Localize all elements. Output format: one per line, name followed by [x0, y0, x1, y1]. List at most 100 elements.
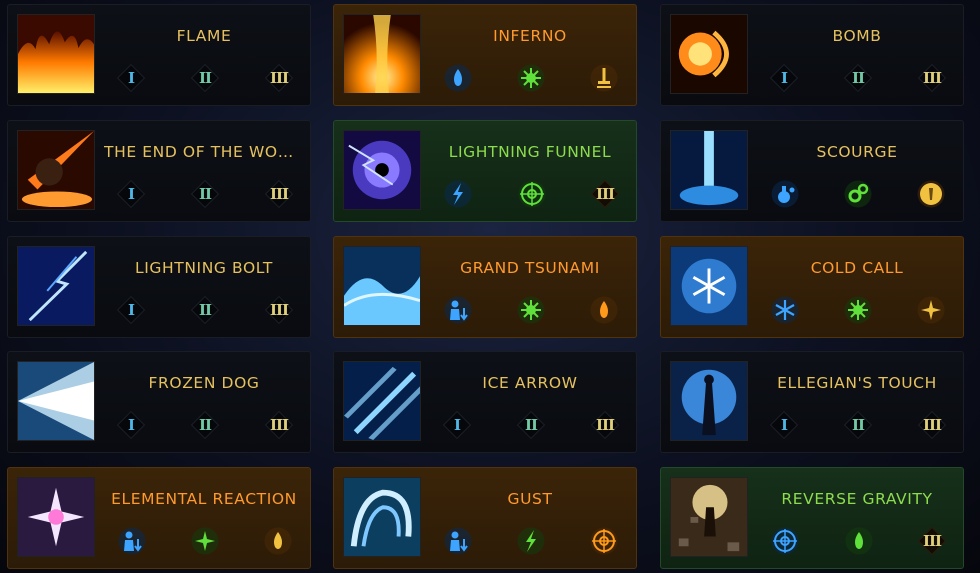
meteor-art [17, 130, 95, 210]
orange-flame-icon[interactable] [590, 296, 618, 324]
lightning-bolt-art [17, 246, 95, 326]
spell-card[interactable]: LIGHTNING FUNNEL III [333, 120, 637, 222]
spell-title: SCOURGE [816, 143, 898, 161]
tier-label: I [127, 185, 135, 203]
tier-1-slot[interactable]: I [118, 297, 144, 323]
spell-title: GUST [507, 490, 553, 508]
tier-1-slot[interactable]: I [118, 412, 144, 438]
upgrade-slots [118, 526, 292, 556]
upgrade-slots: III [444, 179, 618, 209]
tier-3-slot[interactable]: III [266, 181, 292, 207]
tier-2-slot[interactable]: II [192, 65, 218, 91]
spell-card[interactable]: ELLEGIAN'S TOUCH I II III [660, 351, 964, 453]
tier-label: III [269, 416, 289, 434]
spell-title: FLAME [176, 27, 232, 45]
green-burst-icon[interactable] [517, 296, 545, 324]
gold-rune-orb-icon[interactable] [917, 180, 945, 208]
tier-1-slot[interactable]: I [771, 412, 797, 438]
green-sparkle-icon[interactable] [191, 527, 219, 555]
tier-3-slot[interactable]: III [592, 412, 618, 438]
spell-card[interactable]: GRAND TSUNAMI [333, 236, 637, 338]
blue-figure-down-icon[interactable] [118, 527, 146, 555]
green-lightning-icon[interactable] [517, 527, 545, 555]
tier-2-slot[interactable]: II [192, 412, 218, 438]
upgrade-slots: I II III [771, 410, 945, 440]
tier-label: II [524, 416, 538, 434]
blue-figure-down-icon[interactable] [444, 527, 472, 555]
upgrade-slots [444, 295, 618, 325]
ice-shards-art [343, 361, 421, 441]
tier-label: I [127, 301, 135, 319]
tier-3-slot[interactable]: III [592, 181, 618, 207]
spell-card[interactable]: BOMB I II III [660, 4, 964, 106]
tier-1-slot[interactable]: I [771, 65, 797, 91]
tier-2-slot[interactable]: II [845, 412, 871, 438]
lightning-vortex-art [343, 130, 421, 210]
wind-swirl-art [343, 477, 421, 557]
blue-snowflake-icon[interactable] [771, 296, 799, 324]
spell-title: COLD CALL [810, 259, 904, 277]
spell-title: BOMB [832, 27, 882, 45]
gold-flame-icon[interactable] [264, 527, 292, 555]
tier-3-slot[interactable]: III [266, 412, 292, 438]
spell-card[interactable]: ELEMENTAL REACTION [7, 467, 311, 569]
levitation-art [670, 477, 748, 557]
tier-3-slot[interactable]: III [919, 65, 945, 91]
tier-label: II [198, 416, 212, 434]
tier-2-slot[interactable]: II [845, 65, 871, 91]
tier-label: I [127, 69, 135, 87]
upgrade-slots: I II III [771, 63, 945, 93]
spell-card[interactable]: COLD CALL [660, 236, 964, 338]
spell-card[interactable]: ICE ARROW I II III [333, 351, 637, 453]
upgrade-slots [771, 179, 945, 209]
blue-potion-icon[interactable] [771, 180, 799, 208]
tier-3-slot[interactable]: III [919, 528, 945, 554]
green-burst-icon[interactable] [517, 64, 545, 92]
spell-card[interactable]: THE END OF THE WOR… I II III [7, 120, 311, 222]
tier-3-slot[interactable]: III [266, 297, 292, 323]
tier-2-slot[interactable]: II [192, 297, 218, 323]
spell-card[interactable]: GUST [333, 467, 637, 569]
blue-flame-icon[interactable] [444, 64, 472, 92]
tier-3-slot[interactable]: III [266, 65, 292, 91]
spell-title: LIGHTNING FUNNEL [448, 143, 612, 161]
tier-label: III [595, 416, 615, 434]
spell-card[interactable]: INFERNO [333, 4, 637, 106]
tier-1-slot[interactable]: I [444, 412, 470, 438]
tier-label: III [269, 69, 289, 87]
orange-target-icon[interactable] [590, 527, 618, 555]
green-target-icon[interactable] [518, 180, 546, 208]
spell-card[interactable]: SCOURGE [660, 120, 964, 222]
frost-spray-art [17, 361, 95, 441]
tier-label: II [198, 69, 212, 87]
spell-card[interactable]: FLAME I II III [7, 4, 311, 106]
tier-2-slot[interactable]: II [192, 181, 218, 207]
blue-figure-down-icon[interactable] [444, 296, 472, 324]
tier-3-slot[interactable]: III [919, 412, 945, 438]
tier-1-slot[interactable]: I [118, 181, 144, 207]
tier-2-slot[interactable]: II [518, 412, 544, 438]
blue-lightning-icon[interactable] [444, 180, 472, 208]
gold-sword-icon[interactable] [590, 64, 618, 92]
spell-card[interactable]: FROZEN DOG I II III [7, 351, 311, 453]
blue-target-icon[interactable] [771, 527, 799, 555]
fire-pillar-art [343, 14, 421, 94]
spell-title: INFERNO [493, 27, 567, 45]
spell-card[interactable]: LIGHTNING BOLT I II III [7, 236, 311, 338]
spell-title: GRAND TSUNAMI [460, 259, 600, 277]
tier-label: II [198, 185, 212, 203]
tier-1-slot[interactable]: I [118, 65, 144, 91]
spell-title: LIGHTNING BOLT [135, 259, 273, 277]
spell-card[interactable]: REVERSE GRAVITY III [660, 467, 964, 569]
gold-sparkle-icon[interactable] [917, 296, 945, 324]
green-flame-icon[interactable] [845, 527, 873, 555]
fire-wall-art [17, 14, 95, 94]
upgrade-slots: I II III [118, 63, 292, 93]
tier-label: III [922, 69, 942, 87]
tier-label: III [269, 185, 289, 203]
tier-label: I [127, 416, 135, 434]
green-burst-icon[interactable] [844, 296, 872, 324]
snowflake-art [670, 246, 748, 326]
tier-label: II [851, 416, 865, 434]
green-gears-icon[interactable] [844, 180, 872, 208]
